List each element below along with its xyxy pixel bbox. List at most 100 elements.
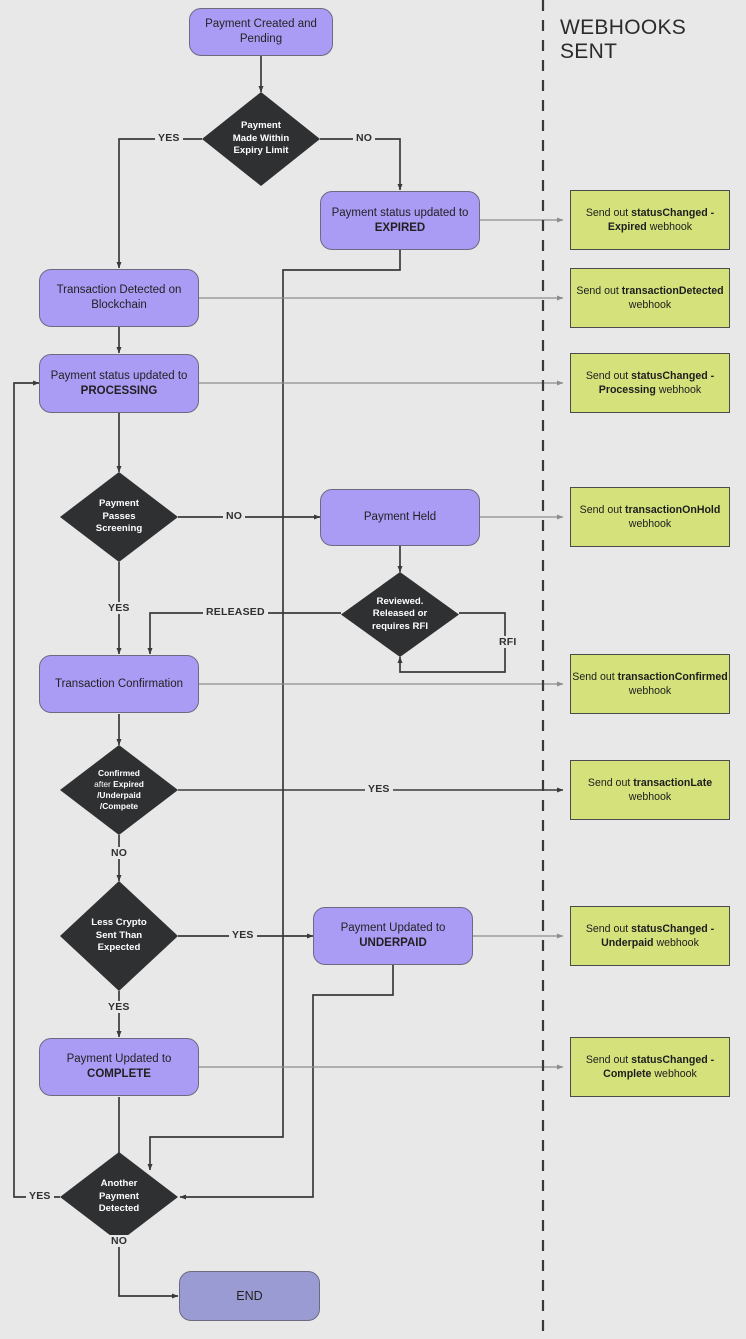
webhook-label: Send out transactionConfirmed webhook bbox=[571, 670, 729, 699]
node-end[interactable]: END bbox=[179, 1271, 320, 1321]
node-less-crypto-sent-than-expected[interactable]: Less Crypto Sent Than Expected bbox=[60, 881, 178, 991]
decision-line-3: Expiry Limit bbox=[233, 145, 289, 157]
node-label-line-1: Payment Updated to bbox=[340, 922, 446, 934]
node-payment-status-processing[interactable]: Payment status updated to PROCESSING bbox=[39, 354, 199, 413]
webhook-suffix: webhook bbox=[628, 299, 672, 311]
decision-line-3: Expected bbox=[97, 942, 141, 954]
decision-line-2: Passes bbox=[102, 510, 136, 522]
decision-line-1: Less Crypto bbox=[91, 917, 147, 929]
webhook-prefix: Send out bbox=[572, 670, 618, 683]
decision-line-3: Detected bbox=[98, 1203, 140, 1215]
decision-line-2: Made Within bbox=[232, 132, 290, 144]
webhook-suffix: webhook bbox=[651, 1068, 697, 1080]
decision-line-1: Payment bbox=[241, 120, 281, 132]
node-label-line-1: Payment Updated to bbox=[66, 1053, 172, 1065]
webhook-event-name: transactionDetected bbox=[621, 284, 724, 297]
webhook-event-name: transactionOnHold bbox=[625, 503, 721, 516]
webhook-prefix: Send out bbox=[585, 1053, 632, 1066]
edge-label-screening-yes: YES bbox=[105, 602, 133, 614]
edge-label-another-yes: YES bbox=[26, 1190, 54, 1202]
webhook-box-underpaid[interactable]: Send out statusChanged - Underpaid webho… bbox=[570, 906, 730, 966]
node-payment-updated-underpaid[interactable]: Payment Updated to UNDERPAID bbox=[313, 907, 473, 965]
node-payment-created-pending[interactable]: Payment Created and Pending bbox=[189, 8, 333, 56]
node-label: Reviewed. Released or requires RFI bbox=[368, 596, 432, 634]
webhook-box-transaction-detected[interactable]: Send out transactionDetected webhook bbox=[570, 268, 730, 328]
node-label: Confirmed after Expired /Underpaid /Comp… bbox=[90, 768, 148, 812]
webhook-prefix: Send out bbox=[587, 776, 634, 789]
webhook-suffix: webhook bbox=[628, 685, 672, 697]
decision-line-1: Payment bbox=[98, 498, 139, 510]
decision-line-1: Reviewed. bbox=[376, 595, 424, 607]
node-label: Payment Held bbox=[363, 511, 437, 523]
node-payment-passes-screening[interactable]: Payment Passes Screening bbox=[60, 472, 178, 562]
decision-line-2-prefix: after bbox=[94, 779, 114, 789]
node-label-line-1: Payment status updated to bbox=[331, 206, 469, 219]
decision-line-3: requires RFI bbox=[372, 620, 428, 632]
webhook-label: Send out statusChanged - Processing webh… bbox=[571, 369, 729, 398]
edge-label-released: RELEASED bbox=[203, 606, 268, 618]
webhook-label: Send out statusChanged - Underpaid webho… bbox=[571, 922, 729, 951]
webhook-box-expired[interactable]: Send out statusChanged - Expired webhook bbox=[570, 190, 730, 250]
webhook-prefix: Send out bbox=[576, 284, 622, 297]
decision-line-2: Payment bbox=[99, 1190, 139, 1202]
webhook-label: Send out statusChanged - Complete webhoo… bbox=[571, 1053, 729, 1082]
webhook-box-transaction-onhold[interactable]: Send out transactionOnHold webhook bbox=[570, 487, 730, 547]
decision-line-2-emphasis: Expired bbox=[113, 779, 144, 789]
decision-line-3: /Underpaid bbox=[97, 790, 141, 800]
node-label: Payment Passes Screening bbox=[92, 498, 146, 536]
edge-label-expiry-yes: YES bbox=[155, 132, 183, 144]
edge-label-another-no: NO bbox=[108, 1235, 131, 1247]
decision-line-2: Released or bbox=[372, 608, 428, 620]
edge-label-less-crypto-yes-right: YES bbox=[229, 929, 257, 941]
decision-line-2: after Expired bbox=[94, 779, 144, 790]
node-label: END bbox=[236, 1288, 263, 1303]
node-transaction-detected-blockchain[interactable]: Transaction Detected on Blockchain bbox=[39, 269, 199, 327]
node-payment-updated-complete[interactable]: Payment Updated to COMPLETE bbox=[39, 1038, 199, 1096]
edge-label-confirmed-no: NO bbox=[108, 847, 131, 859]
edge-label-confirmed-yes: YES bbox=[365, 783, 393, 795]
node-payment-held[interactable]: Payment Held bbox=[320, 489, 480, 546]
webhook-event-name: transactionConfirmed bbox=[617, 670, 728, 683]
node-label-line-2: PROCESSING bbox=[80, 384, 158, 397]
webhook-suffix: webhook bbox=[628, 791, 672, 803]
node-label: Transaction Confirmation bbox=[54, 677, 184, 690]
webhook-event-name: transactionLate bbox=[633, 776, 713, 789]
node-label-line-2: EXPIRED bbox=[374, 221, 426, 234]
node-label-line-2: COMPLETE bbox=[87, 1068, 151, 1080]
edge-label-rfi: RFI bbox=[496, 636, 520, 648]
node-label-line-2: UNDERPAID bbox=[359, 937, 427, 949]
edge-label-expiry-no: NO bbox=[353, 132, 376, 144]
webhook-label: Send out transactionDetected webhook bbox=[571, 284, 729, 313]
webhook-prefix: Send out bbox=[585, 369, 632, 382]
decision-line-3: Screening bbox=[95, 523, 143, 535]
webhook-box-transaction-confirmed[interactable]: Send out transactionConfirmed webhook bbox=[570, 654, 730, 714]
webhook-suffix: webhook bbox=[628, 518, 672, 530]
node-label: Payment Created and Pending bbox=[205, 18, 317, 45]
node-label: Another Payment Detected bbox=[95, 1178, 144, 1216]
node-reviewed-released-or-rfi[interactable]: Reviewed. Released or requires RFI bbox=[341, 572, 459, 657]
edge-label-screening-no: NO bbox=[223, 510, 246, 522]
webhook-label: Send out statusChanged - Expired webhook bbox=[571, 206, 729, 235]
decision-line-2: Sent Than bbox=[95, 929, 143, 941]
webhook-box-processing[interactable]: Send out statusChanged - Processing webh… bbox=[570, 353, 730, 413]
node-payment-made-within-expiry-limit[interactable]: Payment Made Within Expiry Limit bbox=[202, 92, 320, 186]
node-another-payment-detected[interactable]: Another Payment Detected bbox=[60, 1152, 178, 1242]
edge-label-less-crypto-yes-down: YES bbox=[105, 1001, 133, 1013]
node-payment-status-expired[interactable]: Payment status updated to EXPIRED bbox=[320, 191, 480, 250]
webhook-prefix: Send out bbox=[585, 206, 632, 219]
webhook-prefix: Send out bbox=[585, 922, 632, 935]
node-transaction-confirmation[interactable]: Transaction Confirmation bbox=[39, 655, 199, 713]
flowchart-canvas: WEBHOOKS SENT Payment Created and Pendin… bbox=[0, 0, 746, 1339]
decision-line-1: Another bbox=[100, 1178, 138, 1190]
webhook-suffix: webhook bbox=[646, 221, 693, 233]
webhook-label: Send out transactionOnHold webhook bbox=[571, 503, 729, 532]
webhook-prefix: Send out bbox=[579, 503, 625, 516]
webhook-box-transaction-late[interactable]: Send out transactionLate webhook bbox=[570, 760, 730, 820]
webhook-box-complete[interactable]: Send out statusChanged - Complete webhoo… bbox=[570, 1037, 730, 1097]
webhook-suffix: webhook bbox=[655, 384, 702, 396]
page-title: WEBHOOKS SENT bbox=[560, 16, 687, 63]
node-confirmed-after-expired-underpaid-compete[interactable]: Confirmed after Expired /Underpaid /Comp… bbox=[60, 745, 178, 835]
node-label: Less Crypto Sent Than Expected bbox=[87, 917, 150, 955]
webhook-label: Send out transactionLate webhook bbox=[571, 776, 729, 805]
decision-line-1: Confirmed bbox=[98, 768, 140, 778]
